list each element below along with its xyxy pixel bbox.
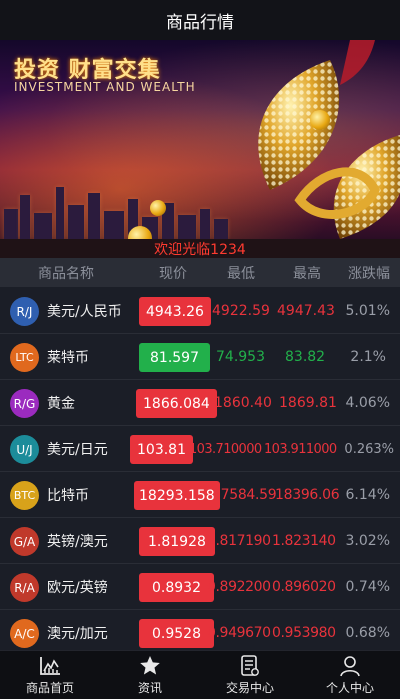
gold-coin-icon: [150, 200, 166, 216]
symbol-badge: R/J: [10, 297, 39, 326]
low-price: 17584.59: [212, 487, 277, 503]
low-price: 0.892200: [207, 579, 271, 595]
table-row[interactable]: R/A 欧元/英镑 0.8932 0.892200 0.896020 0.74%: [0, 564, 400, 610]
table-row[interactable]: BTC 比特币 18293.158 17584.59 18396.06 6.14…: [0, 472, 400, 518]
high-price: 18396.06: [275, 487, 340, 503]
product-name: 黄金: [47, 396, 75, 412]
product-name: 欧元/英镑: [47, 580, 108, 596]
welcome-text: 欢迎光临1234: [154, 241, 246, 258]
high-price: 83.82: [285, 349, 326, 365]
gold-jewelry-image: [258, 40, 400, 239]
current-price: 0.9528: [139, 619, 214, 648]
low-price: 1860.40: [214, 395, 272, 411]
low-price: 74.953: [216, 349, 265, 365]
change-percent: 5.01%: [345, 303, 390, 319]
welcome-marquee: 欢迎光临1234: [0, 239, 400, 258]
tab-trading-center[interactable]: 交易中心: [200, 651, 300, 699]
change-percent: 0.263%: [344, 441, 394, 457]
symbol-badge: R/A: [10, 573, 39, 602]
table-row[interactable]: LTC 莱特币 81.597 74.953 83.82 2.1%: [0, 334, 400, 380]
table-row[interactable]: R/J 美元/人民币 4943.26 4922.59 4947.43 5.01%: [0, 288, 400, 334]
change-percent: 3.02%: [345, 533, 390, 549]
column-header-price: 现价: [159, 265, 187, 282]
change-percent: 4.06%: [345, 395, 390, 411]
product-name: 美元/人民币: [47, 304, 122, 320]
banner-subtitle: INVESTMENT AND WEALTH: [14, 80, 196, 94]
tab-news[interactable]: 资讯: [100, 651, 200, 699]
symbol-badge: A/C: [10, 619, 39, 648]
document-icon: [238, 654, 262, 677]
title-bar: 商品行情: [0, 0, 400, 40]
tab-home[interactable]: 商品首页: [0, 651, 100, 699]
quote-list: R/J 美元/人民币 4943.26 4922.59 4947.43 5.01%…: [0, 288, 400, 656]
column-header-name: 商品名称: [38, 265, 94, 282]
product-name: 比特币: [47, 488, 89, 504]
tab-label: 资讯: [137, 680, 162, 695]
gold-coin-icon: [310, 110, 330, 130]
product-name: 美元/日元: [47, 442, 108, 458]
tab-profile[interactable]: 个人中心: [300, 651, 400, 699]
change-percent: 6.14%: [345, 487, 390, 503]
symbol-badge: G/A: [10, 527, 39, 556]
chart-icon: [38, 655, 62, 677]
table-row[interactable]: G/A 英镑/澳元 1.81928 1.817190 1.823140 3.02…: [0, 518, 400, 564]
table-header: 商品名称 现价 最低 最高 涨跌幅: [0, 258, 400, 287]
table-row[interactable]: U/J 美元/日元 103.81 103.710000 103.911000 0…: [0, 426, 400, 472]
low-price: 103.710000: [189, 441, 262, 457]
current-price: 18293.158: [134, 481, 220, 510]
symbol-badge: LTC: [10, 343, 39, 372]
symbol-badge: R/G: [10, 389, 39, 418]
current-price: 4943.26: [139, 297, 211, 326]
current-price: 103.81: [130, 435, 193, 464]
change-percent: 0.74%: [345, 579, 390, 595]
bottom-tab-bar: 商品首页 资讯 交易中心 个人中心: [0, 650, 400, 699]
page-title: 商品行情: [166, 12, 234, 33]
high-price: 1.823140: [272, 533, 336, 549]
low-price: 1.817190: [207, 533, 271, 549]
column-header-high: 最高: [293, 265, 321, 282]
change-percent: 2.1%: [350, 349, 386, 365]
high-price: 4947.43: [277, 303, 335, 319]
column-header-low: 最低: [227, 265, 255, 282]
person-icon: [338, 655, 362, 677]
tab-label: 交易中心: [225, 680, 274, 695]
tab-label: 商品首页: [25, 680, 74, 695]
product-name: 英镑/澳元: [47, 534, 108, 550]
current-price: 1866.084: [136, 389, 217, 418]
symbol-badge: BTC: [10, 481, 39, 510]
promo-banner[interactable]: 投资 财富交集 INVESTMENT AND WEALTH: [0, 40, 400, 239]
tab-label: 个人中心: [325, 680, 374, 695]
high-price: 1869.81: [279, 395, 337, 411]
table-row[interactable]: R/G 黄金 1866.084 1860.40 1869.81 4.06%: [0, 380, 400, 426]
star-icon: [138, 655, 162, 677]
high-price: 0.896020: [272, 579, 336, 595]
current-price: 81.597: [139, 343, 210, 372]
current-price: 0.8932: [139, 573, 214, 602]
column-header-change: 涨跌幅: [348, 265, 390, 282]
high-price: 103.911000: [264, 441, 337, 457]
current-price: 1.81928: [139, 527, 215, 556]
symbol-badge: U/J: [10, 435, 39, 464]
product-name: 莱特币: [47, 350, 89, 366]
low-price: 4922.59: [212, 303, 270, 319]
